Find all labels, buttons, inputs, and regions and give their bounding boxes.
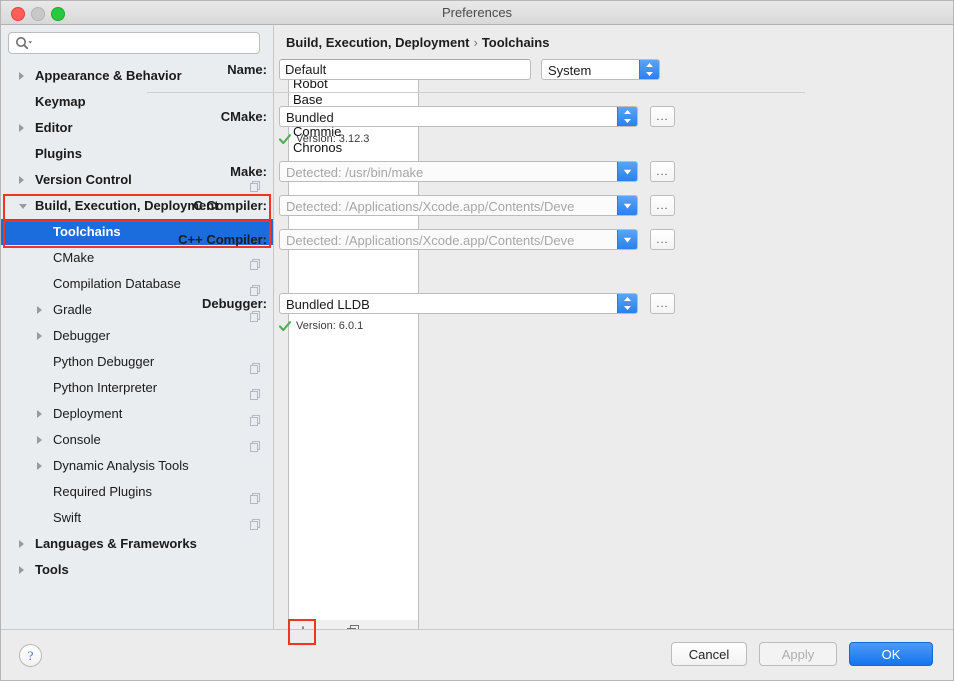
title-bar: Preferences bbox=[1, 1, 953, 25]
sidebar-item-label: Tools bbox=[35, 562, 69, 577]
chevron-right-icon[interactable] bbox=[37, 462, 42, 470]
search-input[interactable] bbox=[8, 32, 260, 54]
debugger-combo-wrap: Bundled LLDB bbox=[279, 293, 638, 314]
sidebar-item-label: Editor bbox=[35, 120, 73, 135]
chevron-down-icon bbox=[623, 237, 632, 243]
name-row: Name: System bbox=[147, 59, 953, 81]
name-field-wrap bbox=[279, 59, 531, 80]
breadcrumb-parent[interactable]: Build, Execution, Deployment bbox=[286, 35, 469, 50]
dialog-footer: ? Cancel Apply OK bbox=[1, 629, 953, 680]
cxx-compiler-browse-button[interactable]: ... bbox=[650, 229, 675, 250]
cxx-compiler-dropdown-button[interactable] bbox=[617, 230, 637, 249]
make-label: Make: bbox=[230, 164, 267, 179]
make-combo-wrap: Detected: /usr/bin/make bbox=[279, 161, 638, 182]
sidebar-item-label: Gradle bbox=[53, 302, 93, 317]
toolchain-form: Name: System bbox=[147, 59, 953, 629]
chevron-right-icon[interactable] bbox=[19, 176, 24, 184]
make-combo[interactable]: Detected: /usr/bin/make bbox=[279, 161, 638, 182]
cxx-compiler-combo[interactable]: Detected: /Applications/Xcode.app/Conten… bbox=[279, 229, 638, 250]
sidebar-item-label: Toolchains bbox=[53, 224, 121, 239]
sidebar-item-label: Required Plugins bbox=[53, 484, 153, 499]
chevron-updown-icon bbox=[646, 63, 653, 76]
environment-combo[interactable]: System bbox=[541, 59, 660, 80]
cxx-compiler-label: C++ Compiler: bbox=[178, 232, 267, 247]
debugger-combo[interactable]: Bundled LLDB bbox=[279, 293, 638, 314]
c-compiler-combo[interactable]: Detected: /Applications/Xcode.app/Conten… bbox=[279, 195, 638, 216]
cmake-version-line: Version: 3.12.3 bbox=[279, 132, 369, 146]
c-compiler-label: C Compiler: bbox=[193, 198, 267, 213]
sidebar-item-label: Python Interpreter bbox=[53, 380, 158, 395]
cmake-label: CMake: bbox=[220, 109, 267, 124]
make-browse-button[interactable]: ... bbox=[650, 161, 675, 182]
sidebar-item-label: Version Control bbox=[35, 172, 132, 187]
chevron-right-icon: › bbox=[473, 35, 478, 50]
sidebar-item-label: CMake bbox=[53, 250, 95, 265]
debugger-version-text: Version: 6.0.1 bbox=[296, 320, 364, 332]
chevron-right-icon[interactable] bbox=[19, 72, 24, 80]
checkmark-icon bbox=[279, 133, 291, 144]
apply-button[interactable]: Apply bbox=[759, 642, 837, 666]
sidebar-item-label: Deployment bbox=[53, 406, 123, 421]
cxx-compiler-row: C++ Compiler: Detected: /Applications/Xc… bbox=[147, 229, 953, 251]
cxx-compiler-combo-wrap: Detected: /Applications/Xcode.app/Conten… bbox=[279, 229, 638, 250]
help-button[interactable]: ? bbox=[19, 644, 42, 667]
breadcrumb-current: Toolchains bbox=[481, 35, 550, 50]
chevron-down-icon[interactable] bbox=[19, 204, 27, 213]
preferences-window: Preferences Appearance & Behavior Keymap E… bbox=[0, 0, 954, 681]
chevron-right-icon[interactable] bbox=[19, 540, 24, 548]
name-label: Name: bbox=[227, 62, 267, 77]
debugger-row: Debugger: Bundled LLDB ... bbox=[147, 293, 953, 315]
c-compiler-dropdown-button[interactable] bbox=[617, 196, 637, 215]
cmake-combo-wrap: Bundled bbox=[279, 106, 638, 127]
cxx-compiler-value: Detected: /Applications/Xcode.app/Conten… bbox=[286, 233, 575, 248]
sidebar-item-label: Console bbox=[53, 432, 101, 447]
sidebar-item-label: Debugger bbox=[53, 328, 111, 343]
checkmark-icon bbox=[279, 320, 291, 331]
breadcrumb: Build, Execution, Deployment › Toolchains bbox=[286, 35, 549, 50]
form-separator-1 bbox=[147, 92, 805, 93]
debugger-version-line: Version: 6.0.1 bbox=[279, 319, 363, 333]
make-dropdown-button[interactable] bbox=[617, 162, 637, 181]
name-input[interactable] bbox=[279, 59, 531, 80]
chevron-down-icon bbox=[623, 169, 632, 175]
chevron-right-icon[interactable] bbox=[37, 306, 42, 314]
search-box[interactable] bbox=[8, 32, 260, 54]
chevron-down-icon bbox=[623, 203, 632, 209]
cmake-stepper-button[interactable] bbox=[617, 107, 637, 126]
c-compiler-value: Detected: /Applications/Xcode.app/Conten… bbox=[286, 199, 575, 214]
chevron-right-icon[interactable] bbox=[37, 436, 42, 444]
chevron-right-icon[interactable] bbox=[37, 332, 42, 340]
cmake-version-text: Version: 3.12.3 bbox=[296, 133, 370, 145]
environment-value: System bbox=[548, 63, 592, 78]
chevron-right-icon[interactable] bbox=[19, 124, 24, 132]
chevron-right-icon[interactable] bbox=[19, 566, 24, 574]
sidebar-item-label: Keymap bbox=[35, 94, 86, 109]
environment-stepper-button[interactable] bbox=[639, 60, 659, 79]
cmake-combo[interactable]: Bundled bbox=[279, 106, 638, 127]
c-compiler-browse-button[interactable]: ... bbox=[650, 195, 675, 216]
debugger-stepper-button[interactable] bbox=[617, 294, 637, 313]
sidebar-item-label: Swift bbox=[53, 510, 82, 525]
make-value: Detected: /usr/bin/make bbox=[286, 165, 424, 180]
ok-button[interactable]: OK bbox=[849, 642, 933, 666]
debugger-label: Debugger: bbox=[202, 296, 267, 311]
environment-combo-wrap: System bbox=[541, 59, 660, 80]
chevron-right-icon[interactable] bbox=[37, 410, 42, 418]
c-compiler-row: C Compiler: Detected: /Applications/Xcod… bbox=[147, 195, 953, 217]
cmake-value: Bundled bbox=[286, 110, 334, 125]
sidebar-item-label: Python Debugger bbox=[53, 354, 155, 369]
c-compiler-combo-wrap: Detected: /Applications/Xcode.app/Conten… bbox=[279, 195, 638, 216]
cmake-row: CMake: Bundled ... bbox=[147, 106, 953, 128]
cancel-button[interactable]: Cancel bbox=[671, 642, 747, 666]
debugger-browse-button[interactable]: ... bbox=[650, 293, 675, 314]
cmake-browse-button[interactable]: ... bbox=[650, 106, 675, 127]
chevron-updown-icon bbox=[624, 297, 631, 310]
debugger-value: Bundled LLDB bbox=[286, 297, 370, 312]
sidebar-item-label: Plugins bbox=[35, 146, 82, 161]
chevron-updown-icon bbox=[624, 110, 631, 123]
window-title: Preferences bbox=[441, 5, 513, 20]
dialog-body: Appearance & Behavior Keymap Editor Plugins… bbox=[1, 25, 953, 645]
make-row: Make: Detected: /usr/bin/make ... bbox=[147, 161, 953, 183]
